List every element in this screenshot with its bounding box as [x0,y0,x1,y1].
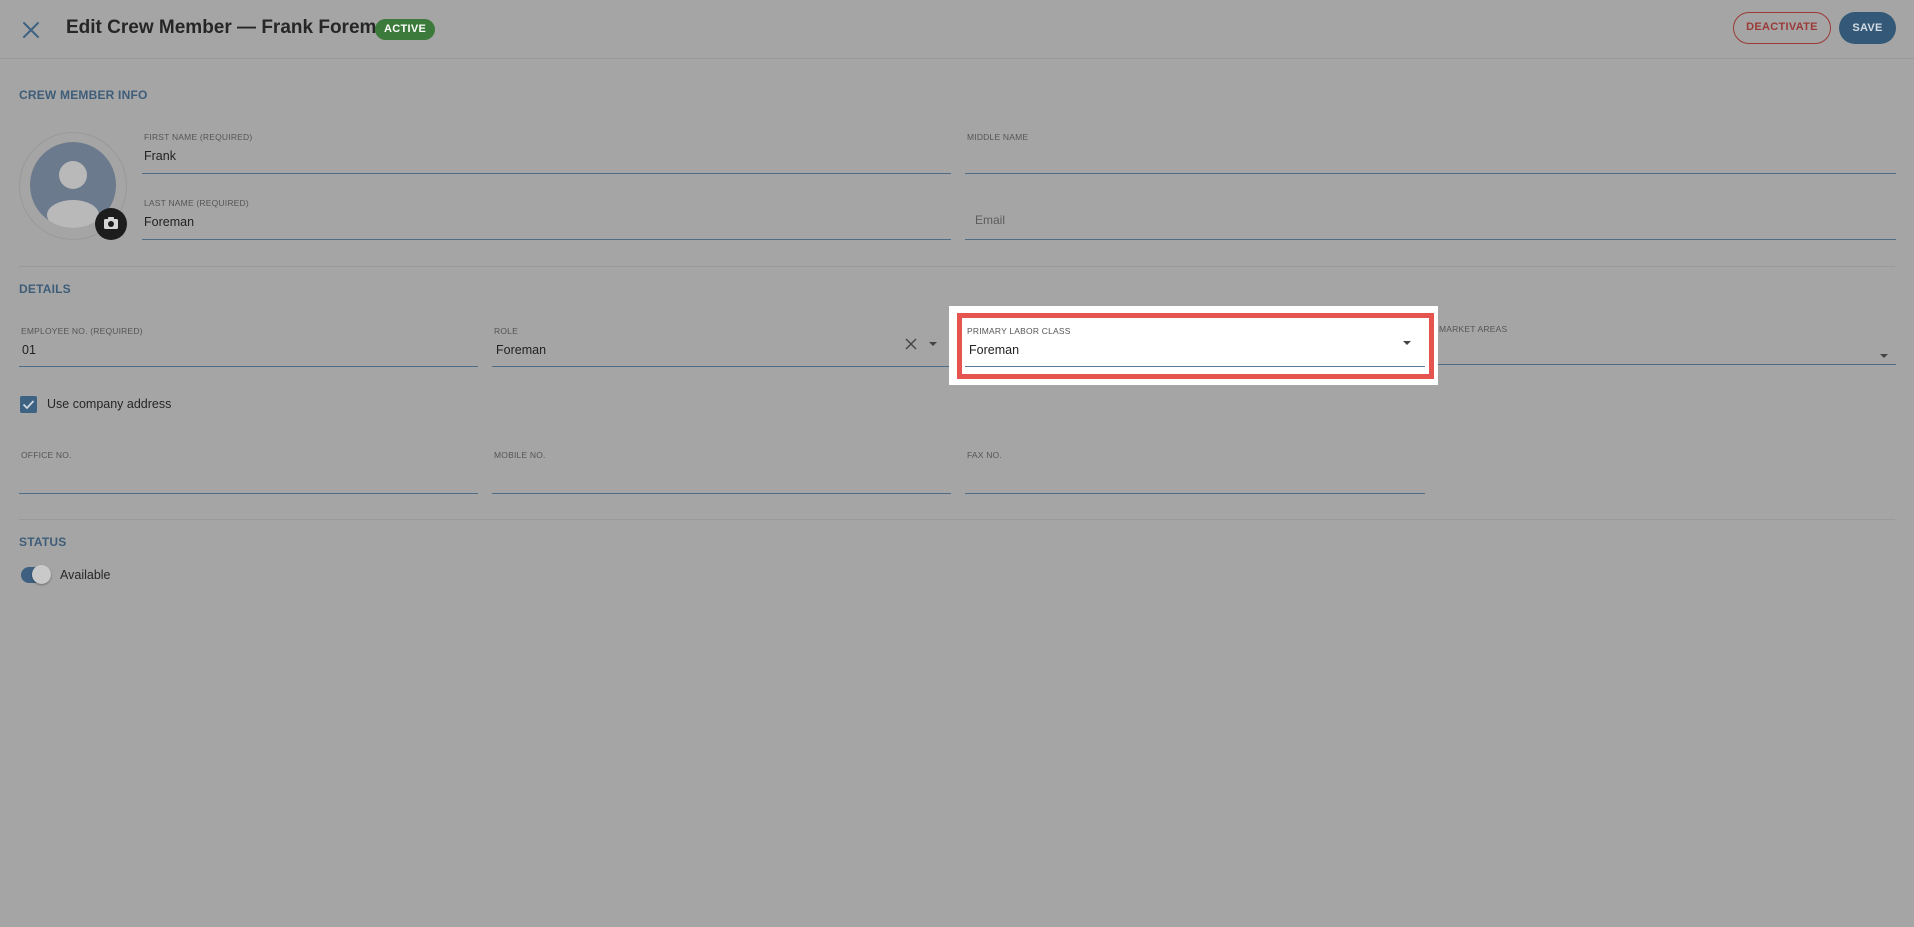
crew-info-section-title: CREW MEMBER INFO [19,88,148,102]
primary-labor-class-select[interactable]: PRIMARY LABOR CLASS Foreman [965,326,1425,367]
dropdown-arrow-icon[interactable] [927,340,939,348]
close-icon [23,22,39,38]
section-divider [19,266,1895,267]
camera-icon [104,217,118,229]
employee-no-field[interactable]: EMPLOYEE NO. (REQUIRED) 01 [19,326,478,367]
use-company-address-label: Use company address [47,397,172,411]
office-no-field[interactable]: OFFICE NO. [19,450,478,494]
dropdown-arrow-icon[interactable] [1878,352,1890,360]
dropdown-arrow-icon[interactable] [1401,339,1413,347]
role-value: Foreman [496,343,547,357]
primary-labor-class-value: Foreman [969,343,1020,357]
employee-no-value: 01 [22,343,36,357]
check-icon [22,400,35,410]
available-label: Available [60,568,111,582]
use-company-address-checkbox[interactable] [20,396,37,413]
last-name-field[interactable]: LAST NAME (REQUIRED) Foreman [142,198,951,240]
change-photo-button[interactable] [95,208,127,240]
last-name-value: Foreman [144,215,195,229]
email-placeholder: Email [975,213,1006,227]
first-name-value: Frank [144,149,176,163]
status-section-title: STATUS [19,535,67,549]
middle-name-field[interactable]: MIDDLE NAME [965,132,1896,174]
save-button[interactable]: SAVE [1839,12,1896,44]
mobile-no-field[interactable]: MOBILE NO. [492,450,951,494]
role-select[interactable]: ROLE Foreman [492,326,951,367]
available-toggle-knob[interactable] [32,565,51,584]
clear-icon[interactable] [902,335,920,353]
deactivate-button[interactable]: DEACTIVATE [1733,12,1831,44]
first-name-field[interactable]: FIRST NAME (REQUIRED) Frank [142,132,951,174]
status-badge: ACTIVE [375,19,436,40]
details-section-title: DETAILS [19,282,71,296]
email-field[interactable]: Email [965,198,1896,240]
market-areas-select[interactable]: MARKET AREAS [1438,324,1896,365]
page-title: Edit Crew Member — Frank Foreman [66,17,399,38]
section-divider [19,519,1895,520]
close-button[interactable] [18,17,44,43]
fax-no-field[interactable]: FAX NO. [965,450,1425,494]
